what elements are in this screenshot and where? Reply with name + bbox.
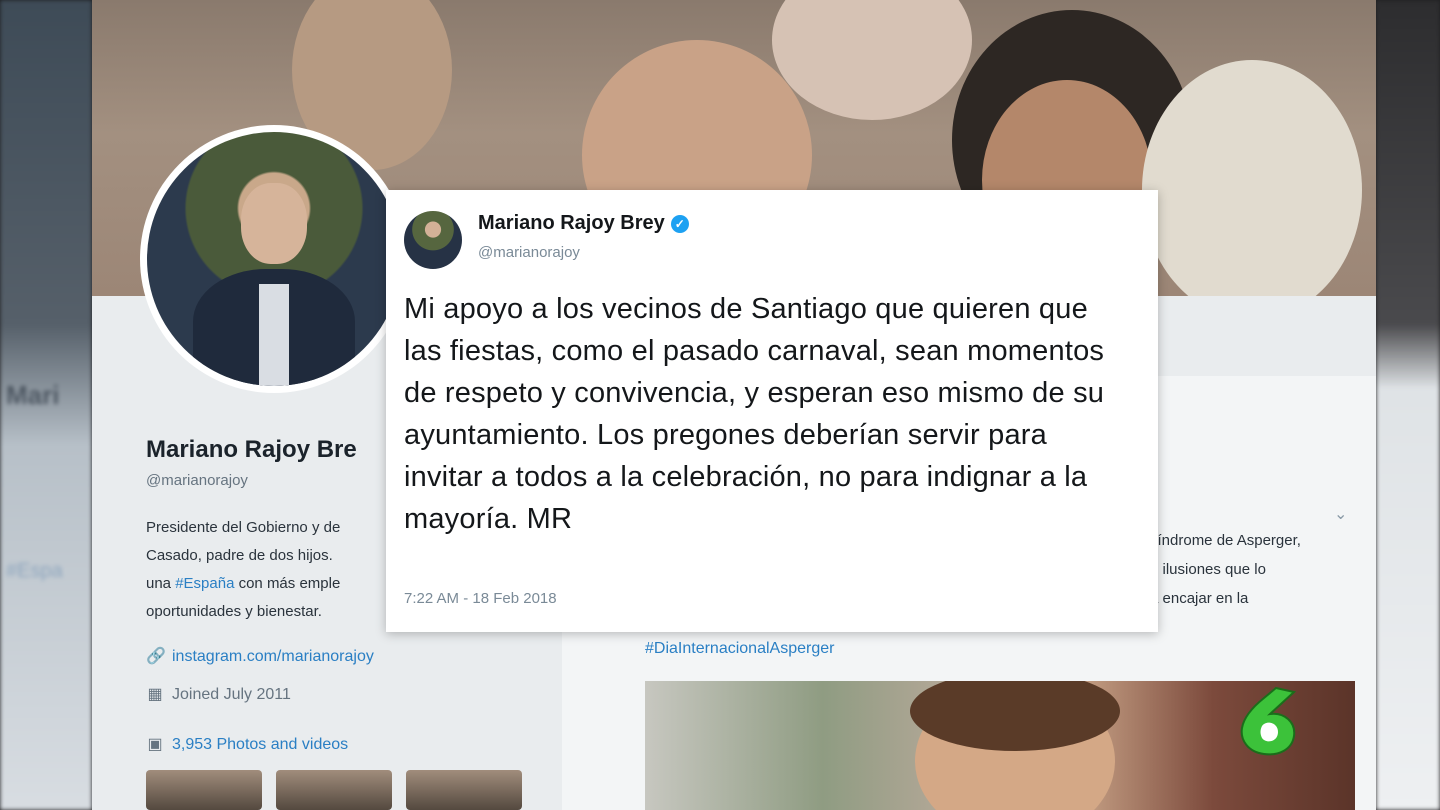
media-thumbnails xyxy=(146,770,522,810)
link-icon: 🔗 xyxy=(146,648,166,665)
profile-joined-date: Joined July 2011 xyxy=(172,686,291,703)
tweet-avatar[interactable] xyxy=(404,211,462,269)
blurred-right-edge xyxy=(1376,0,1440,810)
bio-line: Presidente del Gobierno y de xyxy=(146,519,341,536)
profile-name: Mariano Rajoy Bre xyxy=(146,436,357,463)
tweet-author-name-text: Mariano Rajoy Brey xyxy=(478,212,665,234)
image-icon: ▣ xyxy=(147,736,163,753)
bio-line: oportunidades y bienestar. xyxy=(146,603,322,620)
profile-website-link[interactable]: instagram.com/marianorajoy xyxy=(172,648,374,666)
calendar-icon: ▦ xyxy=(147,686,163,703)
timeline-hashtag-link[interactable]: #DiaInternacionalAsperger xyxy=(645,640,834,658)
chevron-down-icon[interactable]: ⌄ xyxy=(1334,504,1347,524)
snippet-line: síndrome de Asperger, xyxy=(1150,532,1301,549)
media-thumbnail[interactable] xyxy=(406,770,522,810)
profile-joined-row: ▦ Joined July 2011 xyxy=(146,686,291,704)
tweet-author-name[interactable]: Mariano Rajoy Brey ✓ xyxy=(478,212,689,235)
bio-hashtag-link[interactable]: #España xyxy=(175,575,234,592)
tweet-timestamp[interactable]: 7:22 AM - 18 Feb 2018 xyxy=(404,590,557,607)
bio-line: Casado, padre de dos hijos. xyxy=(146,547,333,564)
channel-logo-icon xyxy=(1240,686,1297,756)
profile-bio: Presidente del Gobierno y de Casado, pad… xyxy=(146,514,396,626)
verified-badge-icon: ✓ xyxy=(670,214,689,233)
timeline-tweet-snippet: síndrome de Asperger, e ilusiones que lo… xyxy=(1150,526,1360,613)
snippet-line: e ilusiones que lo xyxy=(1150,561,1266,578)
profile-handle[interactable]: @marianorajoy xyxy=(146,472,248,489)
bio-text: con más emple xyxy=(234,575,341,592)
media-thumbnail[interactable] xyxy=(146,770,262,810)
media-thumbnail[interactable] xyxy=(276,770,392,810)
bio-line: una #España con más emple xyxy=(146,570,396,598)
profile-avatar[interactable] xyxy=(140,125,408,393)
tweet-author-handle[interactable]: @marianorajoy xyxy=(478,244,580,261)
profile-link-row: 🔗 instagram.com/marianorajoy xyxy=(146,648,374,666)
bio-text: una xyxy=(146,575,176,592)
tweet-text: Mi apoyo a los vecinos de Santiago que q… xyxy=(404,293,1105,535)
snippet-line: a encajar en la xyxy=(1150,590,1249,607)
photos-and-videos-link[interactable]: 3,953 Photos and videos xyxy=(172,736,348,754)
blurred-left-edge: Mari #Espa xyxy=(0,0,92,810)
profile-photos-row: ▣ 3,953 Photos and videos xyxy=(146,736,348,754)
